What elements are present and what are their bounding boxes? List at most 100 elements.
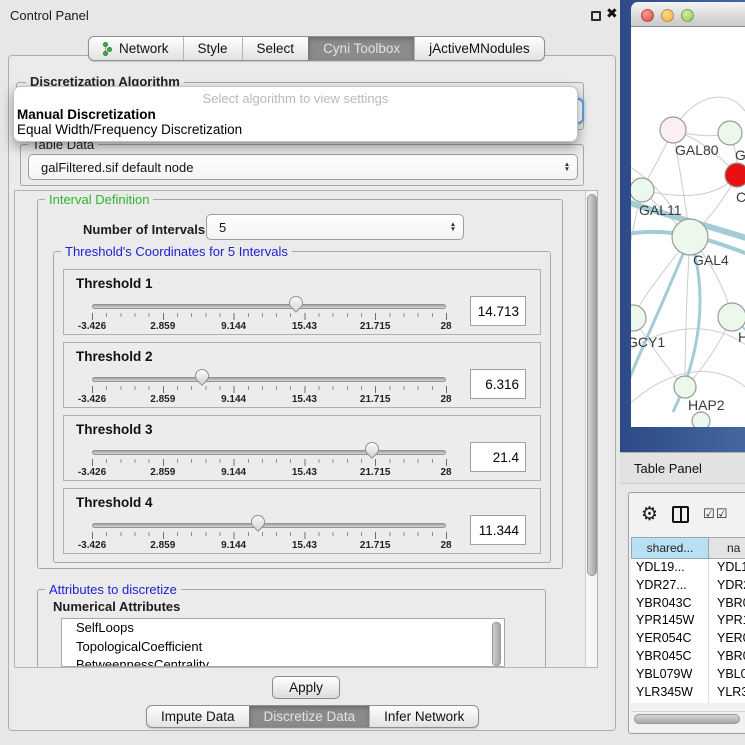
node-label: GAL80 <box>675 142 719 158</box>
network-graph[interactable]: GAL80GACGAL11GAL4GCY1HHAP2 <box>631 27 745 427</box>
threshold-value-field[interactable] <box>470 369 526 399</box>
control-panel-tabs: Network Style Select Cyni Toolbox jActiv… <box>88 36 545 61</box>
table-panel-titlebar: Table Panel <box>620 452 745 484</box>
float-window-icon[interactable] <box>591 11 601 21</box>
tab-style[interactable]: Style <box>183 37 242 60</box>
slider-major-ticks <box>92 386 447 393</box>
combobox-stepper-icon: ▲▼ <box>557 162 577 172</box>
tab-network[interactable]: Network <box>89 37 183 60</box>
scrollbar-thumb[interactable] <box>634 714 740 724</box>
cell-shared-name: YLR345W <box>631 684 709 702</box>
option-equal-width-frequency[interactable]: Equal Width/Frequency Discretization <box>14 122 577 137</box>
minimize-traffic-light-icon[interactable] <box>661 9 674 22</box>
network-edge[interactable] <box>685 237 690 387</box>
combobox-stepper-icon: ▲▼ <box>443 222 463 232</box>
cell-shared-name: YBL079W <box>631 666 709 684</box>
table-row[interactable]: YDR27...YDR2 <box>631 577 745 595</box>
tab-impute-data[interactable]: Impute Data <box>147 706 249 727</box>
network-node[interactable] <box>672 219 708 255</box>
number-of-intervals-combobox[interactable]: 5 ▲▼ <box>206 214 464 240</box>
tab-discretize-data[interactable]: Discretize Data <box>249 706 370 727</box>
threshold-label: Threshold 1 <box>76 276 153 291</box>
scale-label: 15.43 <box>292 394 317 405</box>
scale-label: -3.426 <box>78 540 106 551</box>
network-node[interactable] <box>631 178 654 202</box>
list-item-selfloops[interactable]: SelfLoops <box>62 619 504 638</box>
network-node[interactable] <box>718 121 742 145</box>
threshold-value-field[interactable] <box>470 515 526 545</box>
number-of-intervals-label: Number of Intervals <box>83 222 205 237</box>
table-row[interactable]: YBL079WYBL0 <box>631 666 745 684</box>
column-header-name[interactable]: na <box>709 537 745 559</box>
column-header-shared-name[interactable]: shared... <box>631 537 709 559</box>
table-row[interactable]: YDL19...YDL1 <box>631 559 745 577</box>
slider-thumb[interactable] <box>286 293 306 313</box>
table-data-combobox[interactable]: galFiltered.sif default node ▲▼ <box>28 154 578 180</box>
settings-vertical-scrollbar[interactable] <box>585 191 598 667</box>
network-node[interactable] <box>631 305 646 331</box>
table-header-row: shared... na <box>631 537 745 559</box>
zoom-traffic-light-icon[interactable] <box>681 9 694 22</box>
slider-track[interactable] <box>92 304 446 309</box>
close-icon[interactable]: ✖ <box>606 5 618 22</box>
slider-track[interactable] <box>92 377 446 382</box>
network-canvas[interactable]: GAL80GACGAL11GAL4GCY1HHAP2 <box>631 27 745 427</box>
scrollbar-thumb[interactable] <box>587 194 597 576</box>
option-manual-discretization[interactable]: Manual Discretization <box>14 107 577 122</box>
table-row[interactable]: YPR145WYPR1 <box>631 612 745 630</box>
network-node[interactable] <box>660 117 686 143</box>
table-data-selected-value: galFiltered.sif default node <box>29 160 557 175</box>
list-item-topologicalcoefficient[interactable]: TopologicalCoefficient <box>62 638 504 657</box>
scale-label: 21.715 <box>360 467 391 478</box>
node-label: GAL4 <box>693 252 729 268</box>
table-row[interactable]: YIL052CYIL0 <box>631 701 745 703</box>
scale-label: -3.426 <box>78 467 106 478</box>
scale-label: 9.144 <box>221 467 246 478</box>
scale-label: -3.426 <box>78 394 106 405</box>
cell-name: YPR1 <box>709 612 745 630</box>
algorithm-dropdown-popup: Select algorithm to view settings Manual… <box>13 86 578 142</box>
slider-thumb[interactable] <box>248 512 268 532</box>
slider-thumb[interactable] <box>362 439 382 459</box>
list-scrollbar[interactable] <box>492 622 501 666</box>
network-node[interactable] <box>674 376 696 398</box>
network-window-titlebar[interactable] <box>631 2 745 27</box>
network-node[interactable] <box>692 412 710 427</box>
threshold-4-panel: Threshold 4-3.4262.8599.14415.4321.71528 <box>63 488 541 554</box>
slider-track[interactable] <box>92 450 446 455</box>
network-node[interactable] <box>718 303 745 331</box>
threshold-value-field[interactable] <box>470 296 526 326</box>
network-window: GAL80GACGAL11GAL4GCY1HHAP2 <box>620 0 745 452</box>
scale-label: 2.859 <box>150 394 175 405</box>
slider-track[interactable] <box>92 523 446 528</box>
table-row[interactable]: YBR043CYBR0 <box>631 595 745 613</box>
cell-shared-name: YDR27... <box>631 577 709 595</box>
threshold-value-field[interactable] <box>470 442 526 472</box>
threshold-2-panel: Threshold 2-3.4262.8599.14415.4321.71528 <box>63 342 541 408</box>
close-traffic-light-icon[interactable] <box>641 9 654 22</box>
checkbox-icons[interactable]: ☑☑ <box>703 506 728 522</box>
table-horizontal-scrollbar[interactable] <box>631 711 745 725</box>
gear-icon[interactable]: ⚙ <box>641 505 658 524</box>
apply-button[interactable]: Apply <box>272 676 340 699</box>
cell-name: YIL0 <box>709 701 745 703</box>
scale-label: 15.43 <box>292 321 317 332</box>
scale-label: 28 <box>440 394 451 405</box>
table-row[interactable]: YER054CYER0 <box>631 630 745 648</box>
tab-jactivemnodules[interactable]: jActiveMNodules <box>414 37 544 60</box>
network-edge[interactable] <box>642 175 737 196</box>
slider-thumb[interactable] <box>192 366 212 386</box>
tab-infer-network-label: Infer Network <box>384 709 464 724</box>
tab-select[interactable]: Select <box>242 37 309 60</box>
tab-cyni-toolbox[interactable]: Cyni Toolbox <box>308 37 414 60</box>
slider-major-ticks <box>92 313 447 320</box>
list-item-betweennesscentrality[interactable]: BetweennessCentrality <box>62 656 504 667</box>
table-row[interactable]: YBR045CYBR0 <box>631 648 745 666</box>
table-row[interactable]: YLR345WYLR3 <box>631 684 745 702</box>
column-layout-icon[interactable] <box>672 506 689 523</box>
network-icon <box>103 42 114 56</box>
cyni-bottom-tabs: Impute Data Discretize Data Infer Networ… <box>146 705 479 728</box>
cell-name: YER0 <box>709 630 745 648</box>
network-node[interactable] <box>725 163 745 187</box>
tab-infer-network[interactable]: Infer Network <box>369 706 478 727</box>
